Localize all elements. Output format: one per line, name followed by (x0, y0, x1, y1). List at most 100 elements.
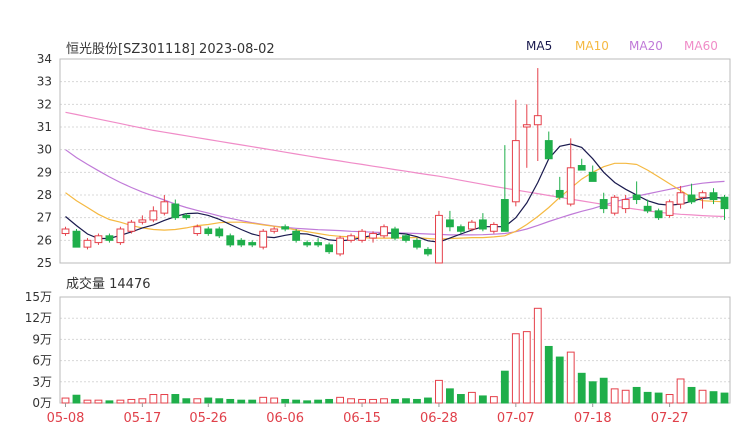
price-tick-label: 25 (37, 256, 52, 270)
candle-body (259, 230, 268, 248)
candle-body (72, 230, 81, 248)
price-y-axis: 34 33 32 31 30 29 28 27 26 25 (37, 52, 52, 270)
candle-body (325, 244, 334, 253)
volume-tick-label: 6万 (32, 354, 52, 368)
candle-body (303, 242, 312, 246)
volume-bar (259, 396, 268, 404)
candle-body (402, 235, 410, 241)
date-tick-label: 06-15 (343, 411, 381, 426)
volume-bar (61, 397, 70, 404)
candle-body (391, 228, 399, 239)
candle-body (478, 219, 487, 230)
date-axis: 05-08 05-17 05-26 06-06 06-15 06-28 07-07 07-18… (47, 403, 689, 426)
volume-bar (500, 370, 509, 404)
volume-bar (402, 398, 410, 404)
candle-body (544, 140, 553, 160)
date-tick-label: 05-17 (123, 411, 161, 426)
volume-bar (555, 356, 564, 404)
volume-bar (369, 398, 377, 404)
volume-bar (435, 379, 443, 404)
volume-bar (413, 398, 421, 404)
candle-body (577, 165, 586, 171)
candle-body (610, 196, 619, 214)
candle-body (138, 219, 147, 223)
volume-bars (61, 307, 729, 404)
volume-frame (59, 296, 731, 404)
candle-body (149, 210, 158, 221)
volume-y-axis: 15万 12万 9万 6万 3万 0万 (25, 290, 52, 410)
candle-body (314, 242, 323, 246)
legend-ma20: MA20 (629, 39, 663, 53)
candle-body (237, 239, 246, 246)
volume-bar (467, 391, 476, 404)
date-tick-label: 07-27 (651, 411, 689, 426)
candle-body (566, 167, 575, 205)
volume-bar (358, 398, 366, 404)
candle-body (720, 196, 729, 210)
candle-body (665, 201, 674, 216)
volume-bar (336, 396, 344, 404)
volume-bar (72, 394, 81, 404)
candle-body (347, 235, 355, 241)
volume-tick-label: 12万 (25, 311, 52, 325)
volume-panel: 成交量 14476 15万 12万 9万 6万 3万 0万 (25, 276, 731, 410)
volume-bar (522, 331, 531, 404)
candle-body (226, 235, 235, 246)
legend-ma5: MA5 (526, 39, 552, 53)
volume-bar (643, 391, 652, 404)
volume-bar (138, 398, 147, 404)
volume-bar (654, 392, 663, 404)
candle-body (171, 203, 180, 219)
volume-bar (588, 381, 597, 404)
price-tick-label: 31 (37, 120, 52, 134)
volume-bar (621, 389, 630, 404)
legend: MA5 MA10 MA20 MA60 (526, 39, 718, 53)
candle-body (632, 194, 641, 201)
price-tick-label: 28 (37, 188, 52, 202)
ma20-line (65, 149, 725, 236)
volume-bar (391, 398, 399, 404)
volume-bar (720, 392, 729, 404)
candle-body (511, 140, 520, 203)
candle-body (160, 201, 169, 214)
volume-bar (380, 398, 388, 404)
candle-body (500, 199, 509, 232)
volume-title: 成交量 14476 (66, 276, 151, 292)
candle-body (182, 214, 191, 219)
volume-bar (478, 395, 487, 404)
volume-bar (687, 386, 696, 404)
volume-bar (226, 398, 235, 404)
candle-body (698, 192, 707, 198)
legend-ma10: MA10 (575, 39, 609, 53)
candle-body (358, 230, 366, 241)
candle-body (270, 228, 279, 232)
candle-body (687, 194, 696, 203)
candle-body (489, 223, 498, 232)
volume-bar (325, 398, 334, 404)
volume-bar (94, 399, 103, 404)
volume-bar (424, 397, 432, 404)
price-tick-label: 29 (37, 165, 52, 179)
volume-bar (632, 386, 641, 404)
candle-body (522, 124, 531, 128)
volume-bar (171, 394, 180, 404)
date-tick-label: 07-07 (497, 411, 535, 426)
volume-bar (116, 399, 125, 404)
candle-body (555, 189, 564, 198)
candle-body (413, 239, 421, 248)
volume-tick-label: 3万 (32, 375, 52, 389)
volume-bar (446, 388, 454, 404)
price-tick-label: 32 (37, 97, 52, 111)
volume-bar (292, 399, 301, 404)
date-tick-label: 05-08 (47, 411, 85, 426)
candle-body (643, 205, 652, 212)
candle-body (369, 233, 377, 239)
volume-bar (489, 396, 498, 404)
candle-body (456, 226, 465, 232)
volume-bar (193, 398, 202, 404)
volume-bar (204, 397, 213, 404)
candle-body (215, 228, 224, 237)
price-tick-label: 34 (37, 52, 52, 66)
candle-body (621, 199, 630, 210)
volume-bar (544, 345, 553, 404)
